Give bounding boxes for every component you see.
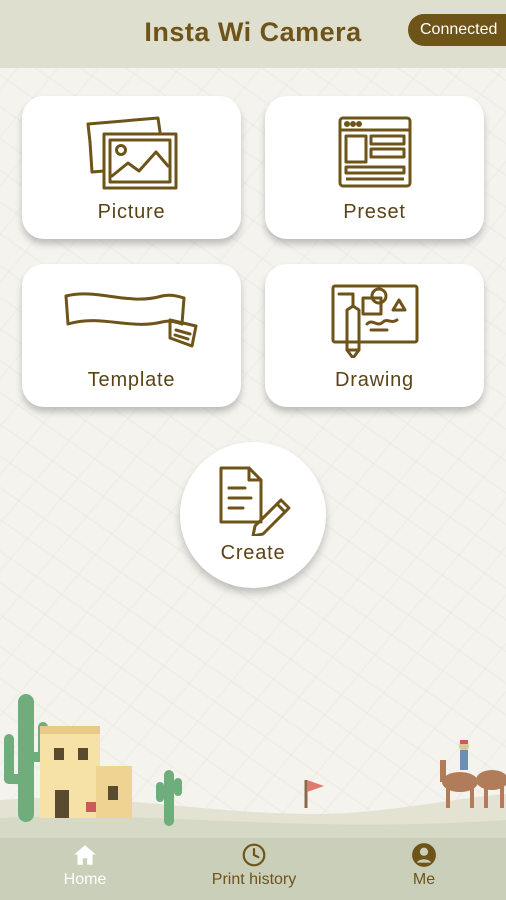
building-icon [40,726,132,818]
preset-icon [338,116,411,188]
picture-card[interactable]: Picture [22,96,241,239]
nav-home[interactable]: Home [15,838,155,900]
home-icon [74,845,96,865]
preset-card-label: Preset [343,201,406,223]
picture-card-label: Picture [97,201,166,223]
create-button-label: Create [220,542,286,564]
nav-print-history[interactable]: Print history [184,838,324,900]
desert-illustration [0,694,506,838]
create-icon [219,466,291,536]
picture-icon [86,116,177,190]
nav-me[interactable]: Me [354,838,494,900]
bottom-navigation: Home Print history Me [0,838,506,900]
template-icon [64,292,197,348]
preset-card[interactable]: Preset [265,96,484,239]
drawing-card-label: Drawing [335,369,414,391]
template-card[interactable]: Template [22,264,241,407]
connection-status-badge[interactable]: Connected [408,14,506,46]
create-button[interactable]: Create [180,442,326,588]
flag-icon [304,780,324,808]
template-card-label: Template [87,369,176,391]
nav-print-history-label: Print history [211,871,297,888]
app-header: Insta Wi Camera Connected [0,0,506,68]
user-icon [412,843,436,867]
nav-me-label: Me [412,871,436,888]
clock-icon [242,843,266,867]
drawing-icon [331,284,418,358]
drawing-card[interactable]: Drawing [265,264,484,407]
nav-home-label: Home [63,871,107,888]
